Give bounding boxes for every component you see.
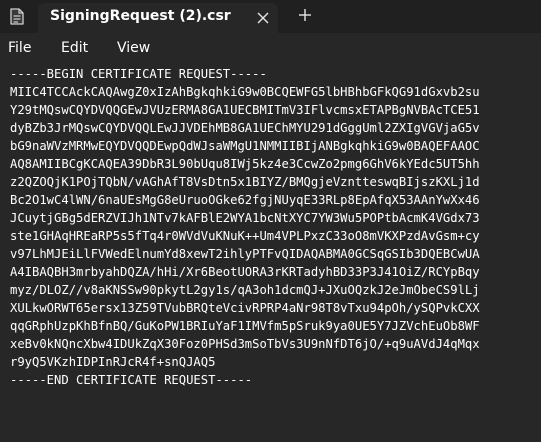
text-line: bG9naWVzMRMwEQYDVQQDEwpQdWJsaWMgU1NMMIIB… [10, 139, 480, 153]
text-line: A4IBAQBH3mrbyahDQZA/hHi/Xr6BeotUORA3rKRT… [10, 265, 480, 279]
notepad-icon [10, 7, 24, 25]
menu-bar: File Edit View [0, 33, 541, 65]
menu-edit[interactable]: Edit [61, 40, 88, 56]
text-line: xeBv0kNQncXbw4IDUkZqX30Foz0PHSd3mSoTbVs3… [10, 337, 480, 351]
text-line: r9yQ5VKzhIDPInRJcR4f+snQJAQ5 [10, 355, 216, 369]
tab-bar: SigningRequest (2).csr [0, 0, 541, 33]
text-line: v97LhMJEiLlFVWedElnumYd8xewT2ihlyPTFvQID… [10, 247, 480, 261]
notepad-window: SigningRequest (2).csr File Edit View --… [0, 0, 541, 442]
plus-icon[interactable] [296, 6, 314, 24]
text-line: myz/DLOZ//v8aKNSSw90pkytL2gy1s/qA3oh1dcm… [10, 283, 480, 297]
text-line: Y29tMQswCQYDVQQGEwJVUzERMA8GA1UECBMITmV3… [10, 103, 480, 117]
text-line: Bc2O1wC4lWN/6naUEsMgG8eUruoOGke62fgjNUyq… [10, 193, 480, 207]
close-icon[interactable] [256, 10, 270, 24]
text-line: JCuytjGBg5dERZVIJh1NTv7kAFBlE2WYA1bcNtXY… [10, 211, 480, 225]
text-line: z2QZOQjK1POjTQbN/vAGhAfT8VsDtn5x1BIYZ/BM… [10, 175, 480, 189]
menu-file[interactable]: File [8, 40, 31, 56]
text-line: ste1GHAqHREaRP5s5fTq4r0WVdVuKNuK++Um4VPL… [10, 229, 480, 243]
tab-title: SigningRequest (2).csr [50, 8, 231, 24]
text-editor[interactable]: -----BEGIN CERTIFICATE REQUEST----- MIIC… [0, 65, 541, 442]
text-line: dyBZb3JrMQswCQYDVQQLEwJJVDEhMB8GA1UEChMY… [10, 121, 480, 135]
menu-view[interactable]: View [117, 40, 150, 56]
text-line: qqGRphUzpKhBfnBQ/GuKoPW1BRIuYaF1IMVfm5pS… [10, 319, 480, 333]
text-line: XULkwORWT65ersx13Z59TVubBRQteVcivRPRP4aN… [10, 301, 480, 315]
text-line: -----BEGIN CERTIFICATE REQUEST----- [10, 67, 267, 81]
tab-signing-request[interactable]: SigningRequest (2).csr [38, 3, 278, 33]
text-line: MIIC4TCCAckCAQAwgZ0xIzAhBgkqhkiG9w0BCQEW… [10, 85, 480, 99]
text-line: AQ8AMIIBCgKCAQEA39DbR3L90bUqu8IWj5kz4e3C… [10, 157, 480, 171]
text-line: -----END CERTIFICATE REQUEST----- [10, 373, 253, 387]
